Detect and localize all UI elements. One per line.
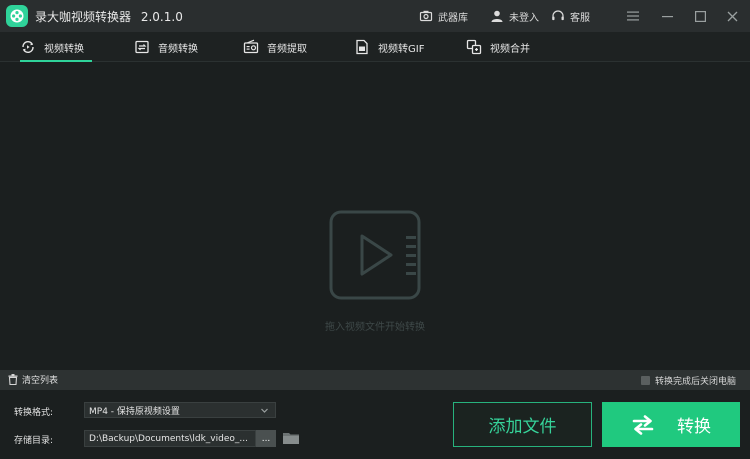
app-version: 2.0.1.0 <box>140 10 183 24</box>
camera-icon <box>419 10 433 22</box>
trash-icon <box>8 374 18 385</box>
chevron-down-icon <box>261 408 268 413</box>
headset-icon <box>552 10 564 21</box>
function-tabs: 视频转换 音频转换 音频提取 视频转GIF 视频合并 <box>0 32 750 62</box>
shutdown-after-option[interactable]: 转换完成后关闭电脑 <box>640 374 736 387</box>
title-bar: 录大咖视频转换器 2.0.1.0 武器库 未登入 客服 <box>0 0 750 32</box>
merge-icon <box>466 39 482 55</box>
minimize-icon <box>661 15 673 17</box>
convert-button[interactable]: 转换 <box>602 402 740 447</box>
arsenal-label: 武器库 <box>438 12 468 24</box>
clear-list-label: 清空列表 <box>22 376 59 386</box>
user-icon <box>491 10 503 22</box>
app-title: 录大咖视频转换器 2.0.1.0 <box>35 8 183 25</box>
radio-icon <box>243 39 259 54</box>
output-dir-field[interactable]: D:\Backup\Documents\ldk_video_... <box>84 430 256 447</box>
tab-label: 视频转GIF <box>378 43 425 55</box>
shutdown-checkbox[interactable] <box>640 376 650 385</box>
menu-button[interactable] <box>624 7 642 25</box>
login-button[interactable]: 未登入 <box>490 9 539 24</box>
close-button[interactable] <box>723 7 741 25</box>
tab-label: 音频转换 <box>158 43 198 55</box>
tab-label: 音频提取 <box>267 43 307 55</box>
audio-convert-icon <box>135 40 149 54</box>
browse-dir-button[interactable]: ... <box>256 430 276 447</box>
video-convert-icon <box>22 40 34 54</box>
format-select[interactable]: MP4 - 保持原视频设置 <box>84 402 276 418</box>
tab-label: 视频合并 <box>490 43 530 55</box>
tab-video-merge[interactable]: 视频合并 <box>466 32 530 62</box>
support-button[interactable]: 客服 <box>551 9 590 24</box>
tab-audio-convert[interactable]: 音频转换 <box>134 32 198 62</box>
shutdown-label: 转换完成后关闭电脑 <box>654 377 736 387</box>
format-label: 转换格式: <box>14 408 54 418</box>
open-folder-icon[interactable] <box>282 431 300 445</box>
login-label: 未登入 <box>509 12 539 24</box>
video-play-icon <box>329 210 421 300</box>
drop-hint-text: 拖入视频文件开始转换 <box>325 322 425 333</box>
convert-label: 转换 <box>677 417 711 437</box>
tab-video-to-gif[interactable]: 视频转GIF <box>354 32 424 62</box>
app-logo-icon <box>6 5 28 27</box>
support-label: 客服 <box>570 12 590 24</box>
arsenal-button[interactable]: 武器库 <box>419 9 468 24</box>
close-icon <box>727 11 737 21</box>
tab-label: 视频转换 <box>44 43 84 55</box>
output-dir-label: 存储目录: <box>14 436 54 446</box>
tab-video-convert[interactable]: 视频转换 <box>20 32 92 62</box>
swap-arrows-icon <box>632 414 654 435</box>
app-name: 录大咖视频转换器 <box>35 10 132 24</box>
maximize-icon <box>694 10 706 22</box>
add-file-button[interactable]: 添加文件 <box>453 402 592 447</box>
clear-list-button[interactable]: 清空列表 <box>8 373 58 386</box>
output-settings-panel: 转换格式: MP4 - 保持原视频设置 存储目录: D:\Backup\Docu… <box>0 390 750 459</box>
maximize-button[interactable] <box>691 7 709 25</box>
list-toolbar: 清空列表 转换完成后关闭电脑 <box>0 370 750 390</box>
file-gif-icon <box>356 39 368 55</box>
minimize-button[interactable] <box>658 7 676 25</box>
tab-audio-extract[interactable]: 音频提取 <box>243 32 307 62</box>
format-value: MP4 - 保持原视频设置 <box>89 406 180 417</box>
add-file-label: 添加文件 <box>488 417 557 437</box>
hamburger-icon <box>627 11 639 21</box>
output-dir-value: D:\Backup\Documents\ldk_video_... <box>89 433 248 444</box>
file-drop-zone[interactable]: 拖入视频文件开始转换 <box>0 62 750 370</box>
